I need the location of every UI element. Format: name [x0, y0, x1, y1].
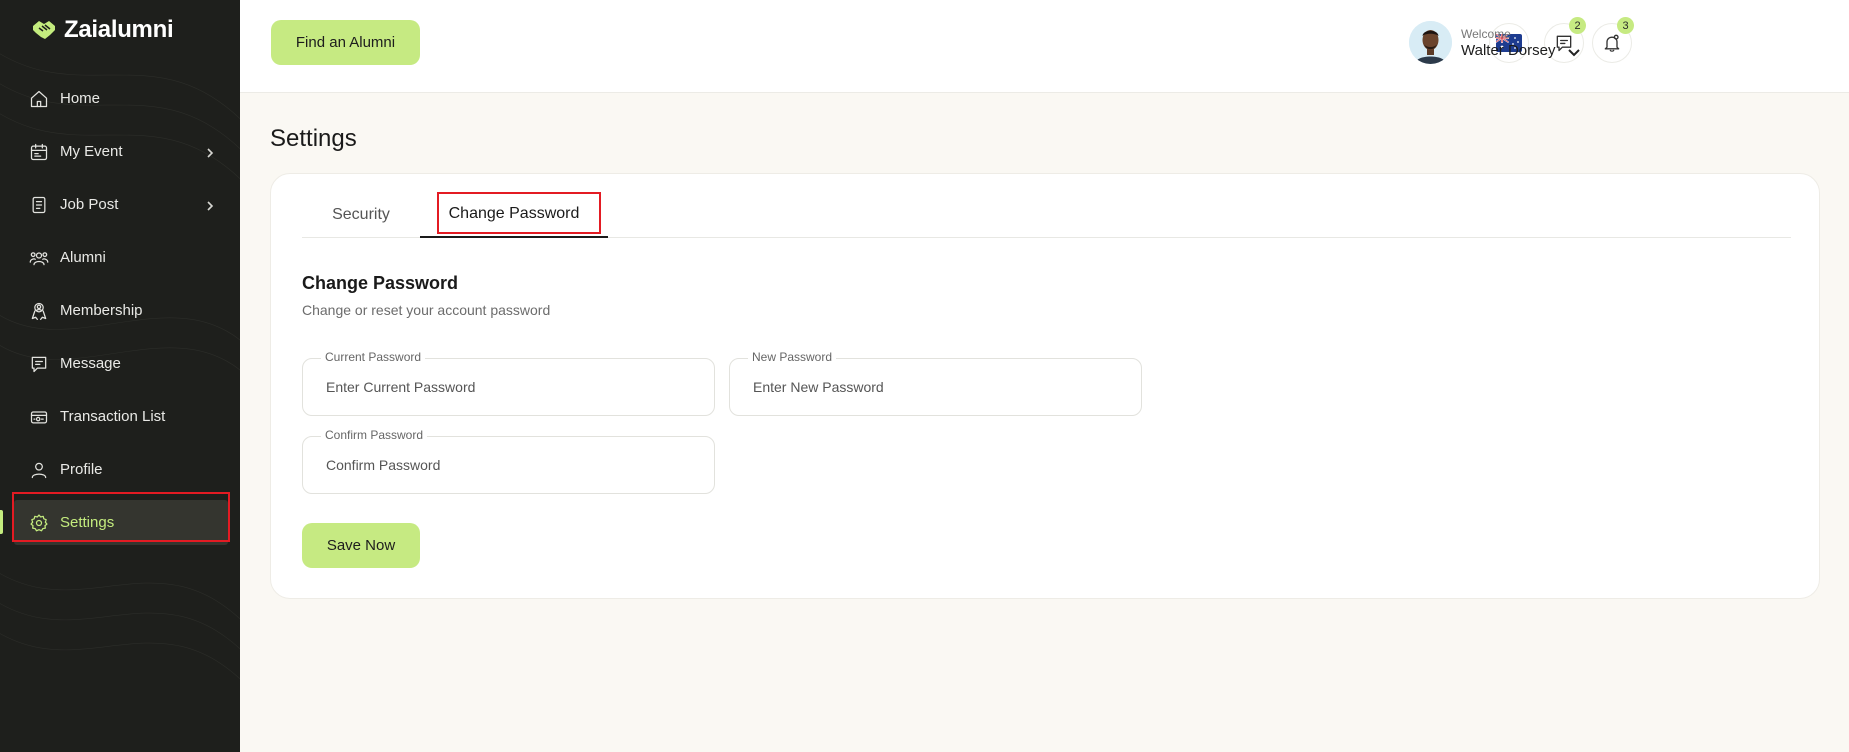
message-icon [29, 354, 49, 374]
chevron-right-icon [204, 199, 216, 211]
current-password-field: Current Password [302, 350, 715, 416]
messages-count-badge: 2 [1569, 17, 1586, 34]
avatar[interactable] [1409, 21, 1452, 64]
active-indicator [0, 510, 3, 534]
notifications-button[interactable]: 3 [1592, 17, 1634, 63]
wallet-icon [29, 407, 49, 427]
sidebar-item-label: Membership [60, 302, 143, 319]
section-title: Change Password [302, 273, 459, 293]
sidebar-item-label: Settings [60, 514, 115, 531]
find-alumni-button[interactable]: Find an Alumni [271, 20, 420, 65]
sidebar-item-home[interactable]: Home [0, 72, 240, 125]
settings-tabs: Security Change Password [302, 192, 1791, 238]
sidebar-item-label: Home [60, 90, 101, 107]
sidebar-item-label: Message [60, 355, 121, 372]
document-icon [29, 195, 49, 215]
user-avatar-icon [1409, 21, 1452, 64]
confirm-password-field: Confirm Password [302, 428, 715, 494]
user-name[interactable]: Walter Dorsey [1461, 42, 1555, 59]
tab-security[interactable]: Security [302, 192, 420, 238]
sidebar-item-transaction-list[interactable]: Transaction List [0, 390, 240, 443]
sidebar-item-profile[interactable]: Profile [0, 443, 240, 496]
app-name: Zaialumni [64, 16, 174, 43]
confirm-password-input[interactable] [326, 437, 696, 493]
chevron-right-icon [204, 146, 216, 158]
user-icon [29, 460, 49, 480]
save-now-button[interactable]: Save Now [302, 523, 420, 568]
sidebar-item-label: My Event [60, 143, 123, 160]
sidebar-item-label: Profile [60, 461, 103, 478]
handshake-logo-icon [33, 21, 55, 39]
sidebar-item-label: Alumni [60, 249, 106, 266]
chevron-down-icon[interactable] [1567, 45, 1581, 57]
section-subtitle: Change or reset your account password [302, 302, 551, 318]
bell-icon [1604, 34, 1620, 52]
badge-user-icon [29, 301, 49, 321]
sidebar: Zaialumni Home My Event Job Post Alumni … [0, 0, 240, 752]
notifications-count-badge: 3 [1617, 17, 1634, 34]
sidebar-nav: Home My Event Job Post Alumni Membership… [0, 72, 240, 549]
current-password-input[interactable] [326, 359, 696, 415]
gear-icon [29, 513, 49, 533]
sidebar-item-settings[interactable]: Settings [0, 496, 240, 549]
sidebar-item-label: Job Post [60, 196, 119, 213]
sidebar-item-alumni[interactable]: Alumni [0, 231, 240, 284]
new-password-input[interactable] [753, 359, 1123, 415]
sidebar-item-membership[interactable]: Membership [0, 284, 240, 337]
app-logo[interactable]: Zaialumni [30, 16, 174, 44]
users-icon [29, 248, 49, 268]
new-password-field: New Password [729, 350, 1142, 416]
calendar-icon [29, 142, 49, 162]
sidebar-item-job-post[interactable]: Job Post [0, 178, 240, 231]
tab-change-password[interactable]: Change Password [420, 192, 608, 238]
welcome-text: Welcome [1461, 27, 1511, 41]
home-icon [29, 89, 49, 109]
settings-card: Security Change Password Change Password… [270, 173, 1820, 599]
page-title: Settings [270, 125, 357, 152]
sidebar-item-my-event[interactable]: My Event [0, 125, 240, 178]
sidebar-item-message[interactable]: Message [0, 337, 240, 390]
sidebar-item-label: Transaction List [60, 408, 166, 425]
